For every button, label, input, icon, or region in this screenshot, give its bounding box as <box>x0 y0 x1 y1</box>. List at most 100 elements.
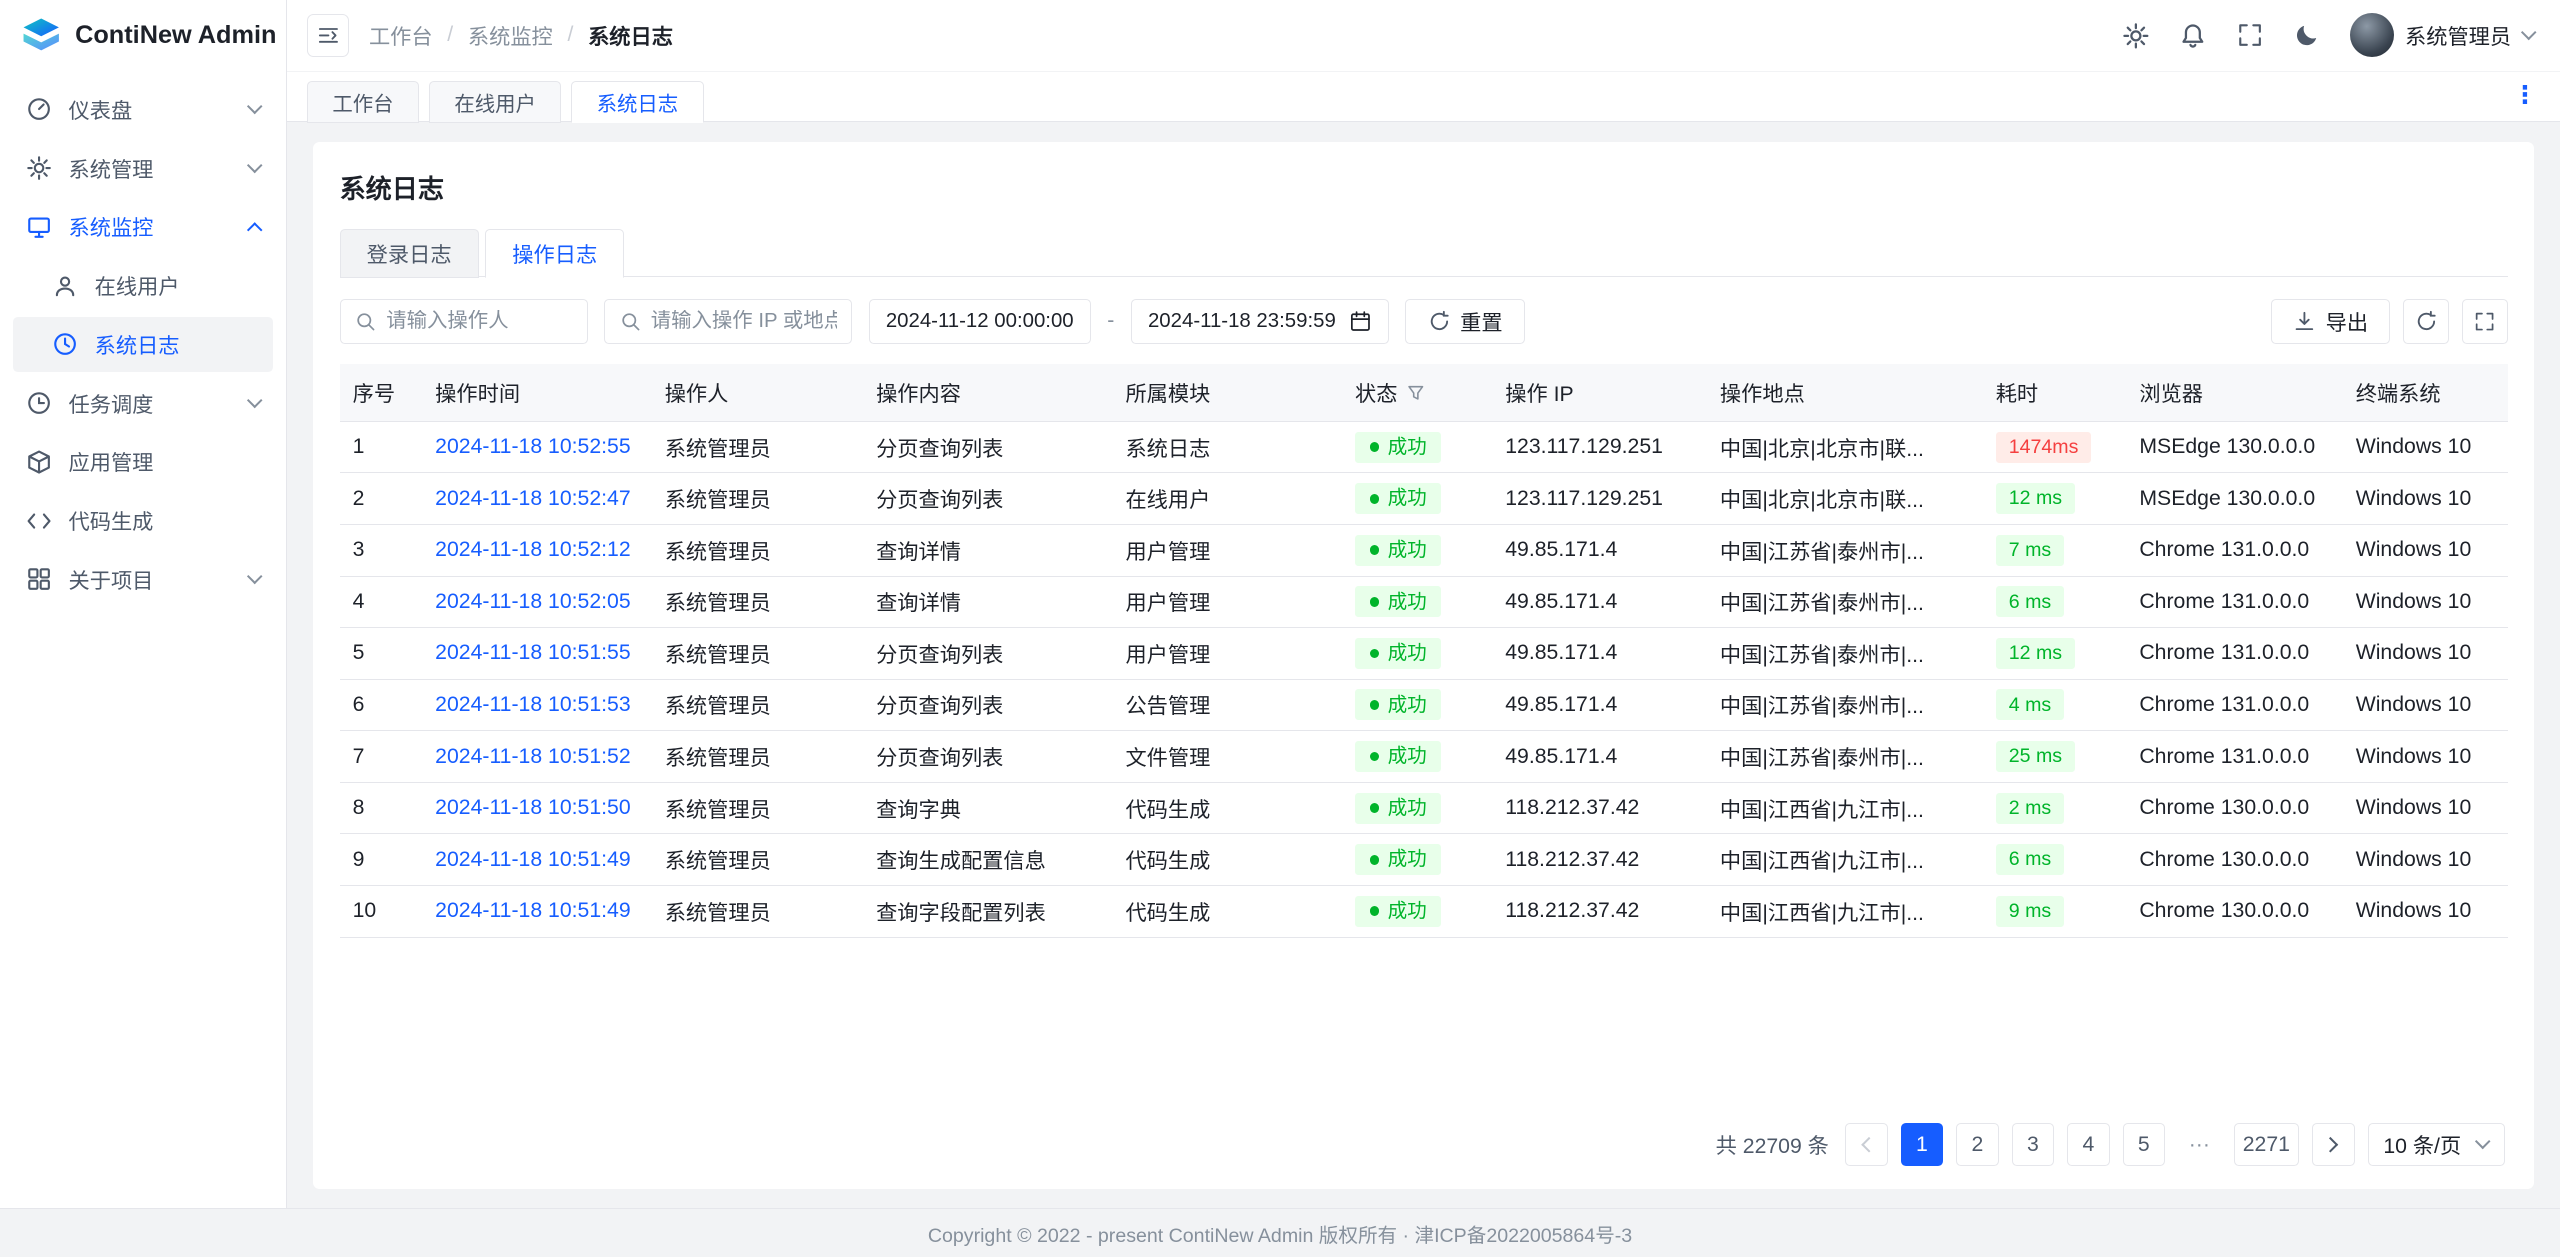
nav-tab-workbench[interactable]: 工作台 <box>307 81 419 123</box>
col-status: 状态 <box>1342 364 1492 422</box>
page-button[interactable]: 1 <box>1901 1123 1943 1165</box>
export-button[interactable]: 导出 <box>2271 299 2391 345</box>
user-menu[interactable]: 系统管理员 <box>2350 13 2534 57</box>
operation-time-link[interactable]: 2024-11-18 10:52:55 <box>435 435 630 458</box>
status-label: 成功 <box>1388 744 1427 768</box>
breadcrumb-system-monitor[interactable]: 系统监控 <box>468 20 553 51</box>
cell-status: 成功 <box>1342 885 1492 937</box>
tab-actions-icon[interactable]: ⋮ <box>2506 84 2544 108</box>
cell-operation-time: 2024-11-18 10:52:55 <box>422 421 652 473</box>
cell-operation-time: 2024-11-18 10:51:55 <box>422 628 652 680</box>
date-range-start[interactable]: 2024-11-12 00:00:00 <box>869 299 1091 345</box>
sidebar-item-app-management[interactable]: 应用管理 <box>13 434 273 490</box>
topbar-actions: 系统管理员 <box>2121 13 2534 57</box>
col-operation-time: 操作时间 <box>422 364 652 422</box>
operation-time-link[interactable]: 2024-11-18 10:51:52 <box>435 745 630 768</box>
cell-operation-ip: 118.212.37.42 <box>1492 885 1707 937</box>
duration-badge: 9 ms <box>1996 896 2065 927</box>
page-button[interactable]: 3 <box>2012 1123 2054 1165</box>
date-range-end[interactable]: 2024-11-18 23:59:59 <box>1131 299 1389 345</box>
sidebar-item-code-generation[interactable]: 代码生成 <box>13 493 273 549</box>
ip-search-input[interactable] <box>651 310 837 333</box>
status-badge: 成功 <box>1355 483 1441 514</box>
pagination-pages: 12345···2271 <box>1901 1123 2299 1165</box>
sidebar-item-online-users[interactable]: 在线用户 <box>13 258 273 314</box>
calendar-icon <box>1349 310 1372 333</box>
operation-time-link[interactable]: 2024-11-18 10:51:49 <box>435 899 630 922</box>
cell-index: 9 <box>340 834 423 886</box>
settings-gear-icon[interactable] <box>2121 21 2150 50</box>
cell-duration: 9 ms <box>1983 885 2127 937</box>
page-button[interactable]: 2271 <box>2234 1123 2300 1165</box>
chevron-down-icon <box>246 99 262 115</box>
fullscreen-icon[interactable] <box>2235 21 2264 50</box>
cell-status: 成功 <box>1342 782 1492 834</box>
sidebar: ContiNew Admin 仪表盘 系统管理 <box>0 0 287 1208</box>
duration-badge: 6 ms <box>1996 844 2065 875</box>
tab-login-log[interactable]: 登录日志 <box>340 229 479 278</box>
cell-os: Windows 10 <box>2343 421 2508 473</box>
avatar[interactable] <box>2350 13 2394 57</box>
log-tabs: 登录日志 操作日志 <box>340 229 2508 277</box>
operation-time-link[interactable]: 2024-11-18 10:51:49 <box>435 848 630 871</box>
pagination-prev-button[interactable] <box>1845 1123 1887 1165</box>
collapse-menu-button[interactable] <box>307 14 349 56</box>
operation-time-link[interactable]: 2024-11-18 10:52:47 <box>435 487 630 510</box>
cell-content: 分页查询列表 <box>863 628 1112 680</box>
date-range-separator: - <box>1107 309 1114 333</box>
cell-location: 中国|江西省|九江市|... <box>1707 782 1983 834</box>
status-badge: 成功 <box>1355 793 1441 824</box>
nav-tab-online-users[interactable]: 在线用户 <box>429 81 562 123</box>
dark-mode-moon-icon[interactable] <box>2292 21 2321 50</box>
duration-badge: 6 ms <box>1996 586 2065 617</box>
refresh-table-button[interactable] <box>2403 299 2449 345</box>
cell-location: 中国|江苏省|泰州市|... <box>1707 731 1983 783</box>
operation-time-link[interactable]: 2024-11-18 10:52:05 <box>435 590 630 613</box>
operation-time-link[interactable]: 2024-11-18 10:51:50 <box>435 796 630 819</box>
cell-status: 成功 <box>1342 628 1492 680</box>
table-fullscreen-button[interactable] <box>2462 299 2508 345</box>
cell-operation-ip: 49.85.171.4 <box>1492 628 1707 680</box>
cell-status: 成功 <box>1342 731 1492 783</box>
content-area: 系统日志 登录日志 操作日志 <box>287 122 2560 1208</box>
cell-os: Windows 10 <box>2343 834 2508 886</box>
status-badge: 成功 <box>1355 689 1441 720</box>
operation-time-link[interactable]: 2024-11-18 10:51:55 <box>435 641 630 664</box>
notification-bell-icon[interactable] <box>2178 21 2207 50</box>
operator-search-input[interactable] <box>386 310 572 333</box>
cell-status: 成功 <box>1342 525 1492 577</box>
table-row: 102024-11-18 10:51:49系统管理员查询字段配置列表代码生成成功… <box>340 885 2508 937</box>
pagination-next-button[interactable] <box>2312 1123 2354 1165</box>
nav-tab-system-log[interactable]: 系统日志 <box>571 81 704 123</box>
sidebar-item-task-schedule[interactable]: 任务调度 <box>13 375 273 431</box>
sidebar-item-system-monitor[interactable]: 系统监控 <box>13 199 273 255</box>
tab-operation-log[interactable]: 操作日志 <box>485 229 624 278</box>
nav-tab-label: 系统日志 <box>597 87 679 117</box>
sidebar-item-about-project[interactable]: 关于项目 <box>13 552 273 608</box>
sidebar-item-system-log[interactable]: 系统日志 <box>13 317 273 373</box>
cell-operation-time: 2024-11-18 10:51:52 <box>422 731 652 783</box>
operation-time-link[interactable]: 2024-11-18 10:52:12 <box>435 538 630 561</box>
sidebar-item-dashboard[interactable]: 仪表盘 <box>13 82 273 138</box>
gear-icon <box>26 155 52 181</box>
page-title: 系统日志 <box>340 168 2508 206</box>
status-dot-icon <box>1370 494 1380 504</box>
operation-time-link[interactable]: 2024-11-18 10:51:53 <box>435 693 630 716</box>
page-button[interactable]: 5 <box>2123 1123 2165 1165</box>
page-size-select[interactable]: 10 条/页 <box>2368 1123 2505 1165</box>
table-row: 52024-11-18 10:51:55系统管理员分页查询列表用户管理成功49.… <box>340 628 2508 680</box>
cell-status: 成功 <box>1342 576 1492 628</box>
cell-operation-ip: 49.85.171.4 <box>1492 576 1707 628</box>
date-end-value: 2024-11-18 23:59:59 <box>1148 310 1336 333</box>
reset-button[interactable]: 重置 <box>1405 299 1525 345</box>
breadcrumb-workbench[interactable]: 工作台 <box>369 20 433 51</box>
cell-index: 6 <box>340 679 423 731</box>
refresh-icon <box>1428 310 1451 333</box>
page-button[interactable]: 4 <box>2067 1123 2109 1165</box>
page-button[interactable]: 2 <box>1956 1123 1998 1165</box>
col-location: 操作地点 <box>1707 364 1983 422</box>
cell-content: 查询详情 <box>863 576 1112 628</box>
filter-funnel-icon[interactable] <box>1406 383 1426 403</box>
copyright-text: Copyright © 2022 - present ContiNew Admi… <box>928 1219 1632 1248</box>
sidebar-item-system-management[interactable]: 系统管理 <box>13 140 273 196</box>
